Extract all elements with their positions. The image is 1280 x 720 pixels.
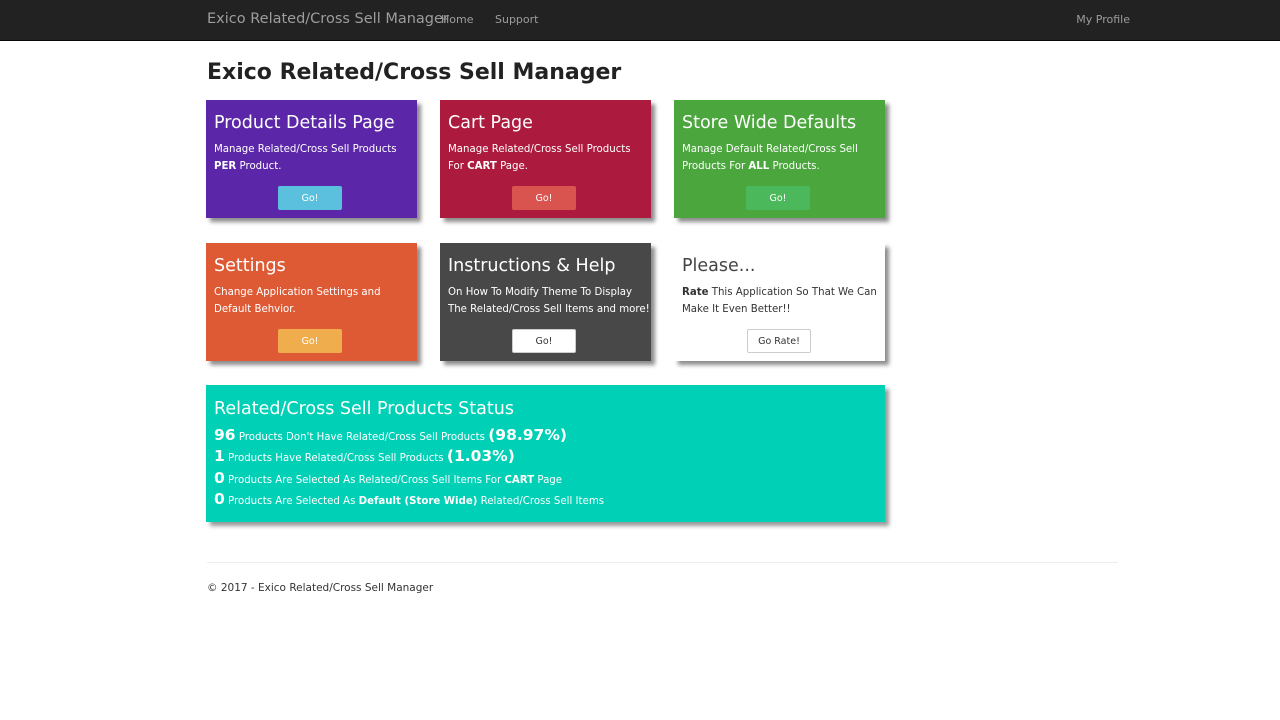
status-line-without-related: 96 Products Don't Have Related/Cross Sel… [214,426,877,447]
tile-desc-line: On How To Modify Theme To Display [448,287,633,298]
tile-desc-line: For [448,161,468,172]
status-title: Related/Cross Sell Products Status [214,399,514,419]
tile-desc-line: Default Behvior. [214,304,296,315]
status-text: Products Have Related/Cross Sell Product… [224,453,447,465]
settings-go-button[interactable]: Go! [278,329,342,353]
tile-description: Change Application Settings and Default … [214,284,409,318]
navbar-brand-link[interactable]: Exico Related/Cross Sell Manager [207,11,449,27]
status-line-with-related: 1 Products Have Related/Cross Sell Produ… [214,447,877,468]
status-bold: CART [504,474,535,486]
status-line-default-selected: 0 Products Are Selected As Default (Stor… [214,490,877,511]
nav-home-link[interactable]: Home [441,13,473,26]
status-count: 96 [214,426,236,444]
status-text: Products Are Selected As [224,495,359,507]
page-title: Exico Related/Cross Sell Manager [207,60,622,85]
tile-description: Rate This Application So That We Can Mak… [682,284,877,318]
tile-desc-bold: PER [214,161,237,172]
store-wide-defaults-go-button[interactable]: Go! [746,186,810,210]
tile-title: Product Details Page [214,113,395,133]
footer-divider [207,562,1118,563]
status-percent: (98.97%) [488,426,567,444]
tile-cart-page: Cart Page Manage Related/Cross Sell Prod… [440,100,651,218]
status-text: Products Don't Have Related/Cross Sell P… [235,432,489,443]
tile-description: Manage Related/Cross Sell Products PER P… [214,141,409,175]
status-count: 0 [214,489,225,508]
product-details-go-button[interactable]: Go! [278,186,342,210]
tile-title: Cart Page [448,113,533,133]
tile-product-details-page: Product Details Page Manage Related/Cros… [206,100,417,218]
status-bold: Default (Store Wide) [358,495,478,507]
tile-desc-bold: ALL [748,161,770,172]
nav-my-profile-link[interactable]: My Profile [1076,13,1130,26]
status-count: 1 [214,447,225,466]
status-text: Page [534,474,563,486]
nav-support-link[interactable]: Support [495,13,538,26]
status-lines: 96 Products Don't Have Related/Cross Sel… [214,426,877,511]
tile-desc-line: Manage Related/Cross Sell Products [214,144,397,155]
tile-title: Store Wide Defaults [682,113,857,133]
tile-desc-bold: Rate [682,287,709,298]
status-panel: Related/Cross Sell Products Status 96 Pr… [206,385,885,522]
tile-description: Manage Default Related/Cross Sell Produc… [682,141,877,175]
tile-description: Manage Related/Cross Sell Products For C… [448,141,643,175]
instructions-go-button[interactable]: Go! [512,329,576,353]
cart-page-go-button[interactable]: Go! [512,186,576,210]
tile-desc-line: Change Application Settings and [214,287,381,298]
tile-desc-line: Products For [682,161,749,172]
tile-desc-line: Page. [496,161,528,172]
tile-desc-line: Manage Related/Cross Sell Products [448,144,631,155]
tile-title: Settings [214,256,286,276]
tile-rate-app: Please... Rate This Application So That … [674,243,885,361]
status-percent: (1.03%) [446,447,515,466]
status-text: Related/Cross Sell Items [477,495,605,507]
footer-copyright: © 2017 - Exico Related/Cross Sell Manage… [207,582,434,594]
tile-description: On How To Modify Theme To Display The Re… [448,284,650,318]
top-navbar: Exico Related/Cross Sell Manager Home Su… [0,0,1280,41]
tile-desc-line: Product. [236,161,282,172]
tile-desc-bold: CART [467,161,497,172]
tile-desc-line: Make It Even Better!! [682,304,791,315]
tile-store-wide-defaults: Store Wide Defaults Manage Default Relat… [674,100,885,218]
status-text: Products Are Selected As Related/Cross S… [224,474,505,486]
tile-title: Please... [682,256,756,276]
tile-desc-line: The Related/Cross Sell Items and more! [448,304,650,315]
tile-instructions-help: Instructions & Help On How To Modify The… [440,243,651,361]
status-line-cart-selected: 0 Products Are Selected As Related/Cross… [214,469,877,490]
tile-desc-line: Products. [769,161,820,172]
go-rate-button[interactable]: Go Rate! [747,329,811,353]
tile-desc-line: This Application So That We Can [708,287,877,298]
tile-title: Instructions & Help [448,256,616,276]
status-count: 0 [214,468,225,487]
tile-desc-line: Manage Default Related/Cross Sell [682,144,858,155]
tile-settings: Settings Change Application Settings and… [206,243,417,361]
